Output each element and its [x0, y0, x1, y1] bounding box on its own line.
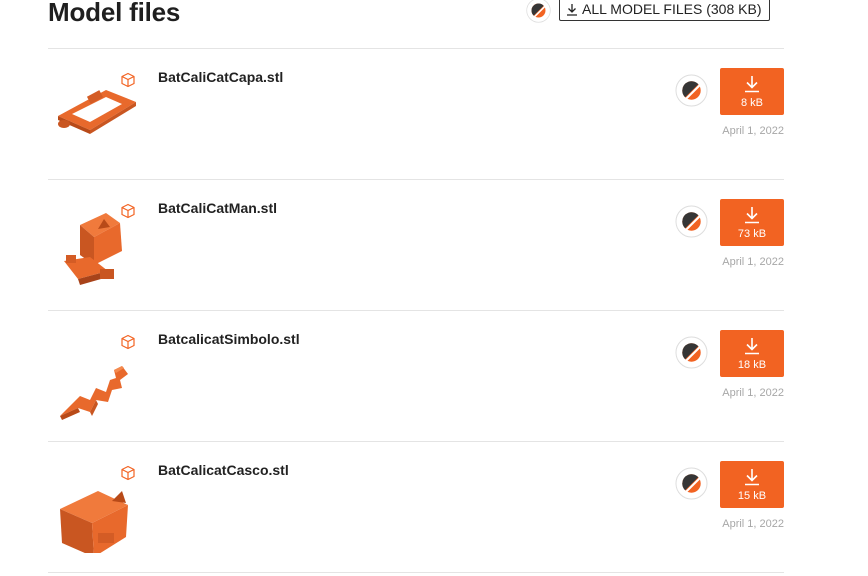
download-arrow-icon: [567, 3, 577, 16]
3d-cube-icon: [121, 72, 135, 88]
page-title: Model files: [48, 0, 181, 27]
download-arrow-icon: [745, 76, 759, 93]
download-file-button[interactable]: 73 kB: [720, 199, 784, 246]
file-size: 8 kB: [740, 97, 763, 109]
file-date: April 1, 2022: [722, 387, 784, 399]
divider: [48, 572, 784, 573]
3d-cube-icon: [121, 465, 135, 481]
file-row: BatCaliCatMan.stl 73 kB April 1, 2022: [48, 179, 784, 310]
prusaslicer-logo-icon[interactable]: [675, 74, 708, 107]
download-arrow-icon: [745, 469, 759, 486]
all-model-files-button[interactable]: ALL MODEL FILES (308 KB): [559, 0, 771, 21]
download-arrow-icon: [745, 338, 759, 355]
all-model-files-label: ALL MODEL FILES (308 KB): [582, 1, 762, 17]
prusaslicer-logo-icon[interactable]: [675, 467, 708, 500]
file-row: BatcalicatSimbolo.stl 18 kB April 1, 202…: [48, 310, 784, 441]
prusaslicer-logo-icon[interactable]: [526, 0, 551, 23]
download-file-button[interactable]: 15 kB: [720, 461, 784, 508]
3d-cube-icon: [121, 203, 135, 219]
file-name[interactable]: BatCaliCatCapa.stl: [158, 69, 283, 85]
file-name[interactable]: BatCaliCatMan.stl: [158, 200, 277, 216]
download-arrow-icon: [745, 207, 759, 224]
file-date: April 1, 2022: [722, 125, 784, 137]
file-row: BatCaliCatCapa.stl 8 kB April 1, 2022: [48, 48, 784, 179]
file-size: 15 kB: [737, 490, 767, 502]
prusaslicer-logo-icon[interactable]: [675, 336, 708, 369]
file-size: 18 kB: [737, 359, 767, 371]
file-date: April 1, 2022: [722, 518, 784, 530]
file-size: 73 kB: [737, 228, 767, 240]
file-date: April 1, 2022: [722, 256, 784, 268]
file-name[interactable]: BatCalicatCasco.stl: [158, 462, 289, 478]
file-row: BatCalicatCasco.stl 15 kB April 1, 2022: [48, 441, 784, 572]
file-name[interactable]: BatcalicatSimbolo.stl: [158, 331, 300, 347]
3d-cube-icon: [121, 334, 135, 350]
prusaslicer-logo-icon[interactable]: [675, 205, 708, 238]
download-file-button[interactable]: 18 kB: [720, 330, 784, 377]
download-file-button[interactable]: 8 kB: [720, 68, 784, 115]
